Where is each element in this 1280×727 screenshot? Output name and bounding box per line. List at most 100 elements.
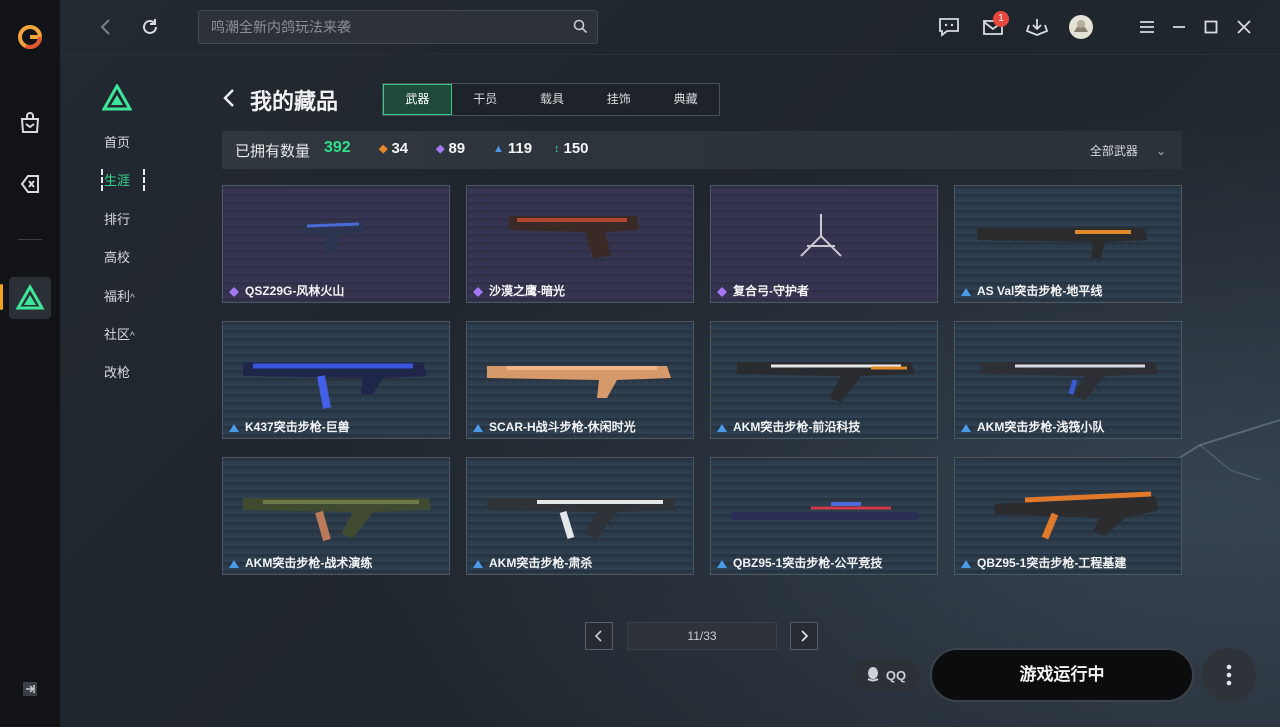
weapon-skin-label: 沙漠之鹰-暗光: [489, 284, 565, 298]
refresh-icon[interactable]: [136, 13, 164, 41]
subnav-item-career[interactable]: 生涯: [101, 169, 164, 192]
collapse-sidebar-icon[interactable]: [17, 676, 43, 702]
prev-page-button[interactable]: [585, 622, 613, 650]
user-avatar[interactable]: [1067, 13, 1095, 41]
search-icon[interactable]: [573, 19, 588, 38]
weapon-skin-card[interactable]: 沙漠之鹰-暗光: [466, 185, 694, 303]
store-icon[interactable]: [9, 102, 51, 144]
menu-icon[interactable]: [1133, 13, 1161, 41]
subnav-item-home[interactable]: 首页: [104, 132, 164, 154]
weapon-skin-card[interactable]: QBZ95-1突击步枪-工程基建: [954, 457, 1182, 575]
game-tag-icon[interactable]: [9, 163, 51, 205]
active-bracket: [101, 169, 145, 191]
weapon-image: [243, 362, 427, 409]
owned-count-label: 已拥有数量: [235, 143, 311, 160]
filter-label: 全部武器: [1089, 144, 1138, 158]
qq-button[interactable]: QQ: [852, 659, 920, 691]
weapon-skin-label: AKM突击步枪-战术演练: [245, 556, 373, 570]
uncommon-rarity-icon: ↕: [554, 142, 560, 155]
weapon-filter-dropdown[interactable]: 全部武器 ⌄: [1090, 142, 1166, 159]
tab-charms[interactable]: 挂饰: [585, 84, 652, 115]
minimize-icon[interactable]: [1165, 13, 1193, 41]
tab-operators[interactable]: 干员: [452, 84, 519, 115]
epic-rarity-icon: ◆: [436, 143, 445, 155]
weapon-skin-name: QSZ29G-风林火山: [229, 282, 344, 299]
rare-rarity-icon: [229, 422, 239, 432]
rare-count: ▲ 119: [493, 140, 532, 157]
weapon-skin-card[interactable]: AKM突击步枪-肃杀: [466, 457, 694, 575]
subnav-item-community[interactable]: 社区^: [104, 324, 164, 346]
chat-icon[interactable]: [935, 13, 963, 41]
weapon-skin-name: AS Val突击步枪-地平线: [961, 282, 1102, 299]
rare-rarity-icon: [961, 286, 971, 296]
back-arrow-icon[interactable]: [92, 13, 120, 41]
weapon-skin-card[interactable]: QSZ29G-风林火山: [222, 185, 450, 303]
tab-vehicles[interactable]: 载具: [519, 84, 586, 115]
weapon-skin-card[interactable]: AKM突击步枪-浅筏小队: [954, 321, 1182, 439]
back-chevron-icon[interactable]: [222, 88, 236, 112]
subnav-item-ranking[interactable]: 排行: [104, 209, 164, 231]
more-options-button[interactable]: [1202, 648, 1256, 702]
count-value: 34: [391, 140, 409, 157]
delta-force-game-icon[interactable]: [9, 277, 51, 319]
subnav-item-college[interactable]: 高校: [104, 247, 164, 269]
stats-bar: 已拥有数量 392 ◆ 34 ◆ 89 ▲ 119 ↕ 150 全部武器 ⌄: [222, 131, 1182, 169]
weapon-skin-label: AKM突击步枪-肃杀: [489, 556, 593, 570]
weapon-skin-name: AKM突击步枪-浅筏小队: [961, 418, 1104, 435]
weapon-skin-name: 复合弓-守护者: [717, 282, 809, 299]
epic-rarity-icon: [229, 286, 239, 297]
page-title: 我的藏品: [250, 89, 339, 114]
weapon-skin-card[interactable]: AKM突击步枪-战术演练: [222, 457, 450, 575]
subnav-item-gunsmith[interactable]: 改枪: [104, 362, 164, 384]
epic-rarity-icon: [473, 286, 483, 297]
weapon-skin-card[interactable]: 复合弓-守护者: [710, 185, 938, 303]
weapon-skin-label: AS Val突击步枪-地平线: [977, 284, 1103, 298]
legendary-rarity-icon: ◆: [379, 143, 388, 155]
weapon-skin-card[interactable]: QBZ95-1突击步枪-公平竞技: [710, 457, 938, 575]
next-page-button[interactable]: [790, 622, 818, 650]
page-indicator: 11/33: [627, 622, 777, 650]
weapon-image: [303, 222, 365, 252]
rail-divider: [18, 239, 42, 240]
weapon-skin-name: AKM突击步枪-肃杀: [473, 554, 592, 571]
epic-rarity-icon: [717, 286, 727, 297]
mail-icon[interactable]: 1: [979, 11, 1009, 41]
close-icon[interactable]: [1230, 13, 1258, 41]
legendary-count: ◆ 34: [379, 140, 408, 157]
weapon-image: [977, 228, 1147, 258]
top-bar: 1: [60, 0, 1280, 55]
search-box[interactable]: [198, 10, 598, 44]
tab-weapons[interactable]: 武器: [383, 84, 452, 115]
more-vertical-icon: [1226, 664, 1232, 686]
subnav-label: 首页: [104, 135, 131, 150]
weapon-skin-label: 复合弓-守护者: [733, 284, 809, 298]
weapon-skin-name: QBZ95-1突击步枪-工程基建: [961, 554, 1126, 571]
count-value: 89: [448, 140, 466, 157]
weapon-skin-label: AKM突击步枪-浅筏小队: [977, 420, 1105, 434]
subnav-label: 排行: [104, 212, 131, 227]
expand-caret-icon: ^: [130, 293, 135, 304]
app-logo-icon[interactable]: [9, 16, 51, 58]
weapon-skin-card[interactable]: SCAR-H战斗步枪-休闲时光: [466, 321, 694, 439]
chevron-down-icon: ⌄: [1155, 144, 1166, 158]
count-value: 150: [563, 140, 589, 157]
rare-rarity-icon: [961, 558, 971, 568]
download-speed-icon[interactable]: [1023, 13, 1051, 41]
weapon-skin-card[interactable]: AKM突击步枪-前沿科技: [710, 321, 938, 439]
weapon-skin-label: QBZ95-1突击步枪-公平竞技: [733, 556, 883, 570]
tab-collection[interactable]: 典藏: [652, 84, 719, 115]
weapon-skin-name: AKM突击步枪-战术演练: [229, 554, 372, 571]
maximize-icon[interactable]: [1197, 13, 1225, 41]
game-running-button[interactable]: 游戏运行中: [930, 648, 1194, 702]
subnav-label: 高校: [104, 250, 131, 265]
search-input[interactable]: [209, 17, 563, 37]
weapon-skin-card[interactable]: AS Val突击步枪-地平线: [954, 185, 1182, 303]
qq-label: QQ: [885, 667, 907, 683]
rare-rarity-icon: [473, 558, 483, 568]
mail-badge: 1: [993, 11, 1009, 27]
rare-rarity-icon: [717, 422, 727, 432]
subnav-item-welfare[interactable]: 福利^: [104, 286, 164, 308]
rare-rarity-icon: [473, 422, 483, 432]
weapon-image: [731, 502, 919, 520]
weapon-skin-card[interactable]: K437突击步枪-巨兽: [222, 321, 450, 439]
